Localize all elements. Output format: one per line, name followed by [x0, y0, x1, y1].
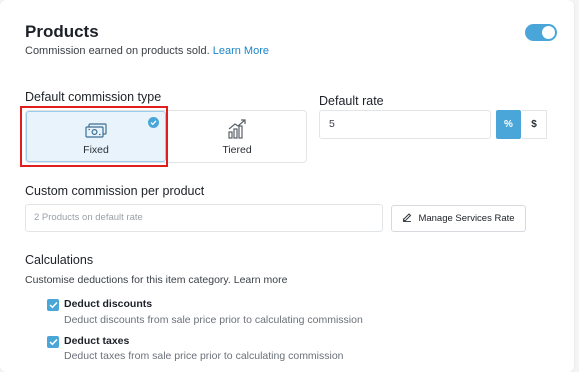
tiered-label: Tiered: [222, 144, 252, 156]
page-subtitle: Commission earned on products sold. Lear…: [25, 45, 269, 57]
default-rate-input[interactable]: 5: [319, 110, 491, 139]
deduct-discounts-checkbox[interactable]: [47, 299, 59, 311]
products-settings-card: Products Commission earned on products s…: [0, 0, 574, 372]
products-enabled-toggle[interactable]: [525, 24, 557, 41]
unit-dollar-button[interactable]: $: [522, 110, 547, 139]
deduct-taxes-checkbox[interactable]: [47, 336, 59, 348]
pencil-icon: [402, 212, 412, 225]
custom-commission-field[interactable]: 2 Products on default rate: [25, 204, 383, 232]
deduct-taxes-description: Deduct taxes from sale price prior to ca…: [64, 350, 344, 362]
manage-services-rate-button[interactable]: Manage Services Rate: [391, 205, 526, 232]
toggle-knob: [542, 26, 555, 39]
deduct-discounts-description: Deduct discounts from sale price prior t…: [64, 314, 363, 326]
default-rate-label: Default rate: [319, 94, 384, 108]
selected-check-icon: [148, 117, 159, 128]
manage-button-label: Manage Services Rate: [418, 213, 515, 224]
commission-type-fixed[interactable]: Fixed: [26, 111, 166, 162]
deduct-taxes-title: Deduct taxes: [64, 335, 130, 347]
page-title: Products: [25, 22, 99, 41]
calculations-description: Customise deductions for this item categ…: [25, 274, 288, 286]
deduct-discounts-title: Deduct discounts: [64, 298, 153, 310]
commission-type-tiered[interactable]: Tiered: [167, 111, 307, 162]
learn-more-link[interactable]: Learn More: [213, 45, 269, 57]
subtitle-text: Commission earned on products sold.: [25, 45, 210, 57]
custom-commission-label: Custom commission per product: [25, 184, 205, 198]
calculations-label: Calculations: [25, 253, 94, 267]
commission-type-label: Default commission type: [25, 90, 162, 104]
commission-type-selector: Fixed Tiered: [25, 110, 307, 163]
bar-chart-icon: [227, 117, 247, 139]
fixed-label: Fixed: [83, 144, 109, 156]
cash-icon: [85, 117, 107, 139]
unit-percent-button[interactable]: %: [496, 110, 521, 139]
